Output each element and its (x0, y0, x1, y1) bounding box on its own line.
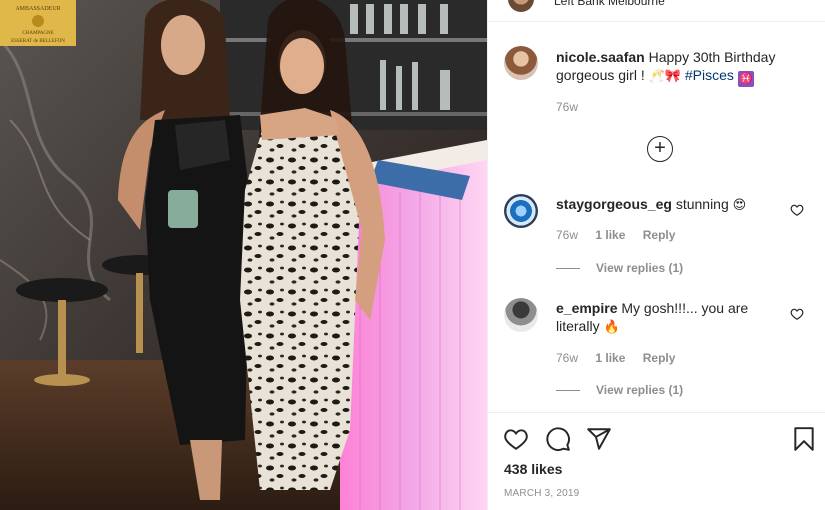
comment-username[interactable]: e_empire (556, 300, 617, 316)
comment-emoji: 🔥 (603, 320, 620, 335)
avatar[interactable] (504, 46, 538, 80)
comment-emoji: 😍 (732, 198, 747, 213)
post-header: Left Bank Melbourne (488, 0, 825, 22)
comment-likes[interactable]: 1 like (595, 351, 625, 365)
sign-text-1: AMBASSADEUR (15, 6, 60, 12)
avatar[interactable] (504, 298, 538, 332)
heart-icon[interactable] (790, 307, 804, 321)
pisces-symbol-icon: ♓ (737, 71, 754, 87)
comment-icon[interactable] (545, 426, 571, 452)
post-photo[interactable]: AMBASSADEUR CHAMPAGNE ESSERAT de BELLEFO… (0, 0, 487, 510)
view-replies-label: View replies (1) (596, 261, 684, 275)
post-actions: 438 likes MARCH 3, 2019 (488, 412, 825, 510)
sign-text-2: CHAMPAGNE (22, 31, 53, 36)
location-link[interactable]: Left Bank Melbourne (554, 0, 665, 8)
bookmark-icon[interactable] (791, 426, 817, 452)
heart-icon[interactable] (790, 203, 804, 217)
comment-likes[interactable]: 1 like (595, 228, 625, 242)
comments-section[interactable]: nicole.saafan Happy 30th Birthday gorgeo… (488, 22, 825, 412)
comment-age[interactable]: 76w (556, 351, 578, 365)
reply-button[interactable]: Reply (643, 351, 676, 365)
heart-icon[interactable] (503, 426, 529, 452)
comment: e_empire My gosh!!!... you are literally… (556, 299, 786, 337)
caption-emoji: 🥂🎀 (648, 69, 681, 84)
comment-text: stunning (675, 196, 729, 212)
post-side-panel: Left Bank Melbourne nicole.saafan Happy … (487, 0, 825, 510)
view-replies-label: View replies (1) (596, 383, 684, 397)
sign-text-3: ESSERAT de BELLEFON (11, 39, 65, 44)
comment: staygorgeous_eg stunning 😍 (556, 195, 786, 215)
comment-username[interactable]: staygorgeous_eg (556, 196, 672, 212)
hashtag-link[interactable]: #Pisces (685, 67, 734, 83)
view-replies-button[interactable]: View replies (1) (556, 383, 683, 397)
paper-plane-icon[interactable] (586, 426, 612, 452)
header-avatar[interactable] (508, 0, 534, 12)
comment-meta: 76w 1 like Reply (556, 228, 689, 242)
likes-count[interactable]: 438 likes (504, 461, 562, 477)
caption: nicole.saafan Happy 30th Birthday gorgeo… (556, 48, 786, 87)
view-replies-button[interactable]: View replies (1) (556, 261, 683, 275)
plus-circle-icon[interactable]: + (647, 136, 673, 162)
divider (556, 390, 580, 392)
post-date[interactable]: MARCH 3, 2019 (504, 488, 579, 499)
caption-age[interactable]: 76w (556, 100, 578, 114)
divider (556, 268, 580, 270)
caption-meta: 76w (556, 100, 592, 114)
reply-button[interactable]: Reply (643, 228, 676, 242)
comment-meta: 76w 1 like Reply (556, 351, 689, 365)
caption-username[interactable]: nicole.saafan (556, 49, 645, 65)
comment-age[interactable]: 76w (556, 228, 578, 242)
avatar[interactable] (504, 194, 538, 228)
